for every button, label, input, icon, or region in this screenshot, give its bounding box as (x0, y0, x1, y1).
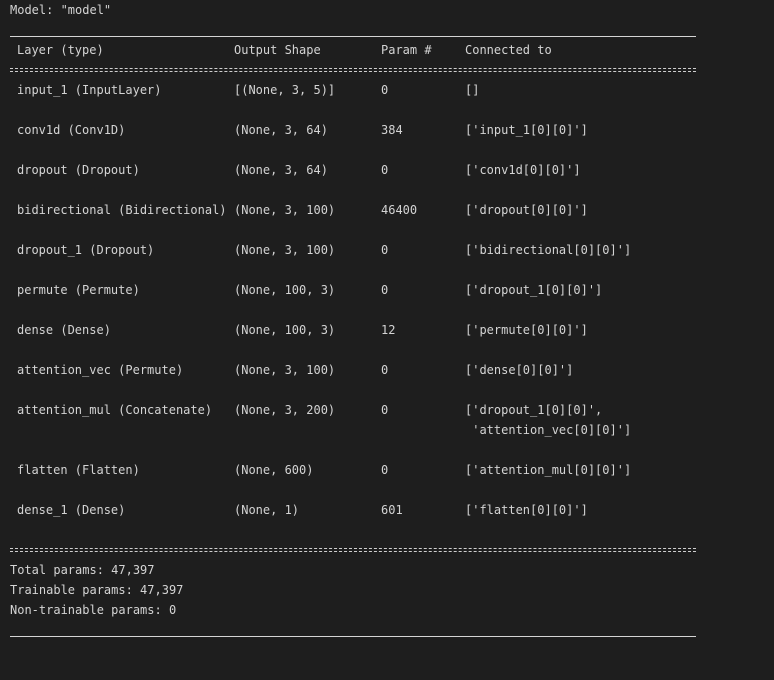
table-row: attention_mul (Concatenate) (None, 3, 200… (10, 400, 700, 420)
param-count-cell: 0 (381, 243, 389, 257)
connected-to-cell: ['conv1d[0][0]'] (465, 163, 581, 177)
output-shape-cell: (None, 3, 64) (234, 123, 328, 137)
layer-name-cell: dense_1 (Dense) (17, 503, 126, 517)
layer-name-cell: bidirectional (Bidirectional) (17, 203, 227, 217)
output-shape-cell: [(None, 3, 5)] (234, 83, 336, 97)
layer-rows: input_1 (InputLayer) [(None, 3, 5)] 0 [] con… (10, 80, 700, 540)
output-shape-cell: (None, 3, 64) (234, 163, 328, 177)
total-params: Total params: 47,397 (10, 563, 155, 577)
connected-to-cell: ['dropout_1[0][0]', (465, 403, 603, 417)
connected-to-cell: 'attention_vec[0][0]'] (465, 423, 632, 437)
spacer-line (10, 20, 700, 40)
footer-double-rule (10, 548, 696, 552)
table-row: permute (Permute) (None, 100, 3) 0 ['dropou… (10, 280, 700, 300)
output-shape-cell: (None, 3, 200) (234, 403, 336, 417)
output-shape-cell: (None, 1) (234, 503, 300, 517)
param-count-cell: 0 (381, 163, 389, 177)
connected-to-cell: ['flatten[0][0]'] (465, 503, 588, 517)
header-connected: Connected to (465, 43, 552, 57)
table-row: conv1d (Conv1D) (None, 3, 64) 384 ['input_1… (10, 120, 700, 140)
connected-to-cell: ['input_1[0][0]'] (465, 123, 588, 137)
layer-name-cell: conv1d (Conv1D) (17, 123, 126, 137)
layer-name-cell: dense (Dense) (17, 323, 111, 337)
model-summary-output: Model: "model" Layer (type) Output Shape… (10, 0, 700, 640)
non-trainable-params: Non-trainable params: 0 (10, 603, 177, 617)
table-row-continuation: 'attention_vec[0][0]'] (10, 420, 700, 440)
bottom-rule-line (10, 620, 700, 640)
output-shape-cell: (None, 3, 100) (234, 243, 336, 257)
table-row: flatten (Flatten) (None, 600) 0 ['attention… (10, 460, 700, 480)
connected-to-cell: ['permute[0][0]'] (465, 323, 588, 337)
param-count-cell: 0 (381, 463, 389, 477)
layer-name-cell: input_1 (InputLayer) (17, 83, 162, 97)
top-rule (10, 36, 696, 37)
bottom-rule (10, 636, 696, 637)
param-count-cell: 12 (381, 323, 396, 337)
output-scrollbar[interactable] (764, 0, 774, 642)
param-count-cell: 0 (381, 83, 389, 97)
layer-name-cell: dropout (Dropout) (17, 163, 140, 177)
output-shape-cell: (None, 100, 3) (234, 323, 336, 337)
header-output-shape: Output Shape (234, 43, 321, 57)
param-count-cell: 0 (381, 283, 389, 297)
layer-name-cell: attention_mul (Concatenate) (17, 403, 213, 417)
layer-name-cell: permute (Permute) (17, 283, 140, 297)
output-shape-cell: (None, 100, 3) (234, 283, 336, 297)
table-row: input_1 (InputLayer) [(None, 3, 5)] 0 [] (10, 80, 700, 100)
connected-to-cell: ['dense[0][0]'] (465, 363, 574, 377)
header-row: Layer (type) Output Shape Param # Connec… (10, 40, 700, 60)
trainable-params: Trainable params: 47,397 (10, 583, 184, 597)
connected-to-cell: ['attention_mul[0][0]'] (465, 463, 632, 477)
table-row: dropout_1 (Dropout) (None, 3, 100) 0 ['bidi… (10, 240, 700, 260)
param-count-cell: 46400 (381, 203, 418, 217)
table-row: dense (Dense) (None, 100, 3) 12 ['permute[0… (10, 320, 700, 340)
layer-name-cell: dropout_1 (Dropout) (17, 243, 155, 257)
output-shape-cell: (None, 600) (234, 463, 314, 477)
table-row: dense_1 (Dense) (None, 1) 601 ['flatten[0][… (10, 500, 700, 520)
table-row: dropout (Dropout) (None, 3, 64) 0 ['conv1d[… (10, 160, 700, 180)
table-row: attention_vec (Permute) (None, 3, 100) 0 ['… (10, 360, 700, 380)
footer-rule-line (10, 540, 700, 560)
param-count-cell: 384 (381, 123, 403, 137)
connected-to-cell: ['dropout[0][0]'] (465, 203, 588, 217)
table-row: bidirectional (Bidirectional) (None, 3, 1… (10, 200, 700, 220)
output-shape-cell: (None, 3, 100) (234, 363, 336, 377)
connected-to-cell: ['bidirectional[0][0]'] (465, 243, 632, 257)
param-count-cell: 0 (381, 403, 389, 417)
param-count-cell: 601 (381, 503, 403, 517)
param-count-cell: 0 (381, 363, 389, 377)
connected-to-cell: [] (465, 83, 480, 97)
header-params: Param # (381, 43, 432, 57)
header-rule-line (10, 60, 700, 80)
layer-name-cell: attention_vec (Permute) (17, 363, 184, 377)
header-layer: Layer (type) (17, 43, 104, 57)
connected-to-cell: ['dropout_1[0][0]'] (465, 283, 603, 297)
layer-name-cell: flatten (Flatten) (17, 463, 140, 477)
output-shape-cell: (None, 3, 100) (234, 203, 336, 217)
model-name-line: Model: "model" (10, 3, 112, 17)
header-double-rule (10, 68, 696, 72)
